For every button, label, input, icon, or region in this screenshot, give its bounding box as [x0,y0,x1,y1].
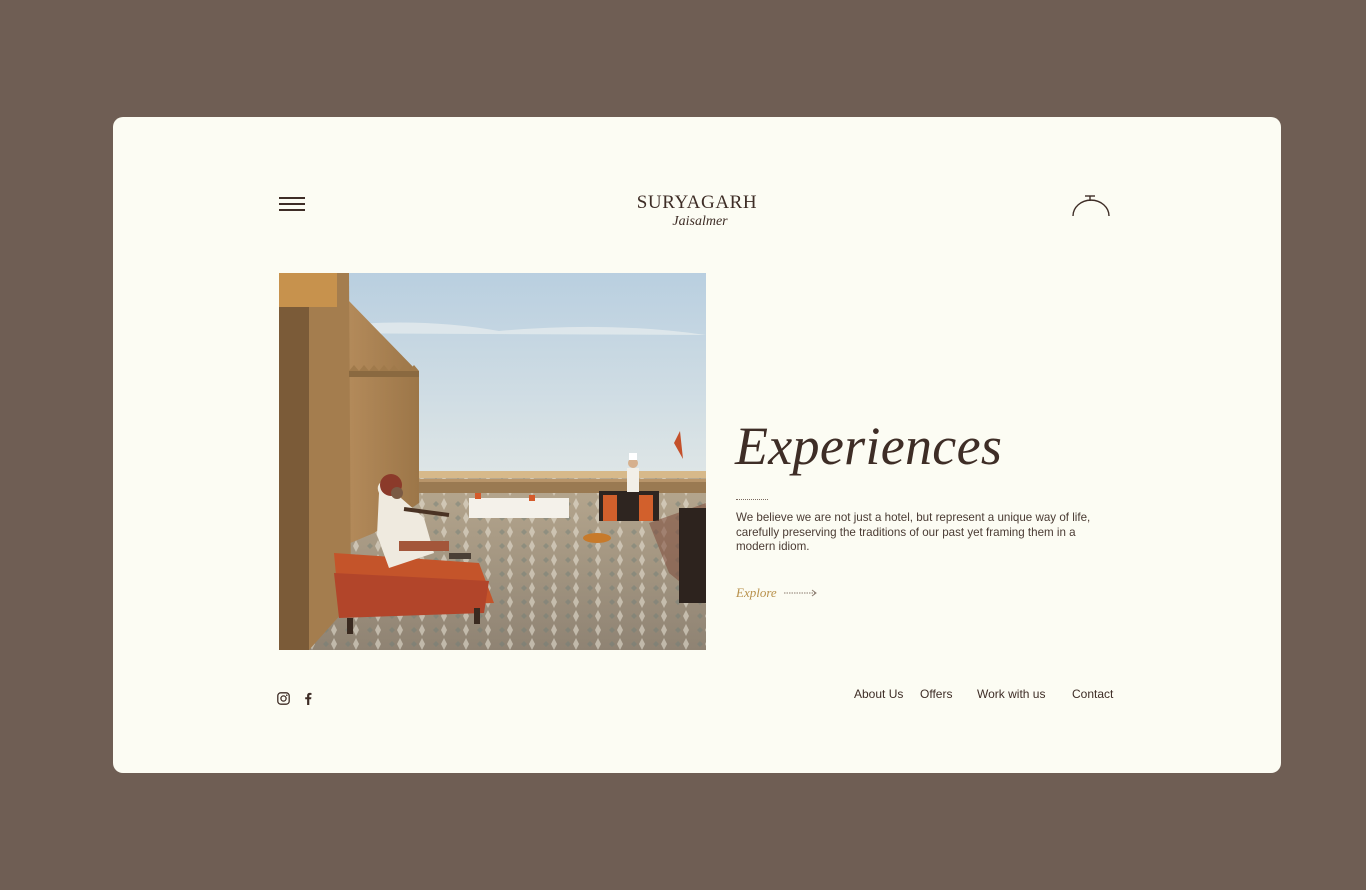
footer-link-work-with-us[interactable]: Work with us [977,687,1045,701]
arrow-right-icon [783,589,817,597]
brand-name: SURYAGARH [636,192,758,213]
explore-link[interactable]: Explore [736,585,818,601]
footer-link-offers[interactable]: Offers [920,687,952,701]
brand-location: Jaisalmer [672,214,728,229]
explore-label: Explore [736,585,777,600]
hero-image [279,273,706,650]
cloche-icon[interactable] [1071,193,1113,219]
page-title: Experiences [735,416,1003,476]
footer-link-about-us[interactable]: About Us [854,687,903,701]
footer-link-contact[interactable]: Contact [1072,687,1113,701]
title-divider [736,499,768,500]
footer-nav: About Us Offers Work with us Contact [113,687,1281,703]
hamburger-menu-icon[interactable] [279,197,305,213]
content-card: SURYAGARH Jaisalmer Experiences We belie… [113,117,1281,773]
hero-description: We believe we are not just a hotel, but … [736,511,1091,553]
brand-logo[interactable]: SURYAGARH Jaisalmer [613,193,781,230]
